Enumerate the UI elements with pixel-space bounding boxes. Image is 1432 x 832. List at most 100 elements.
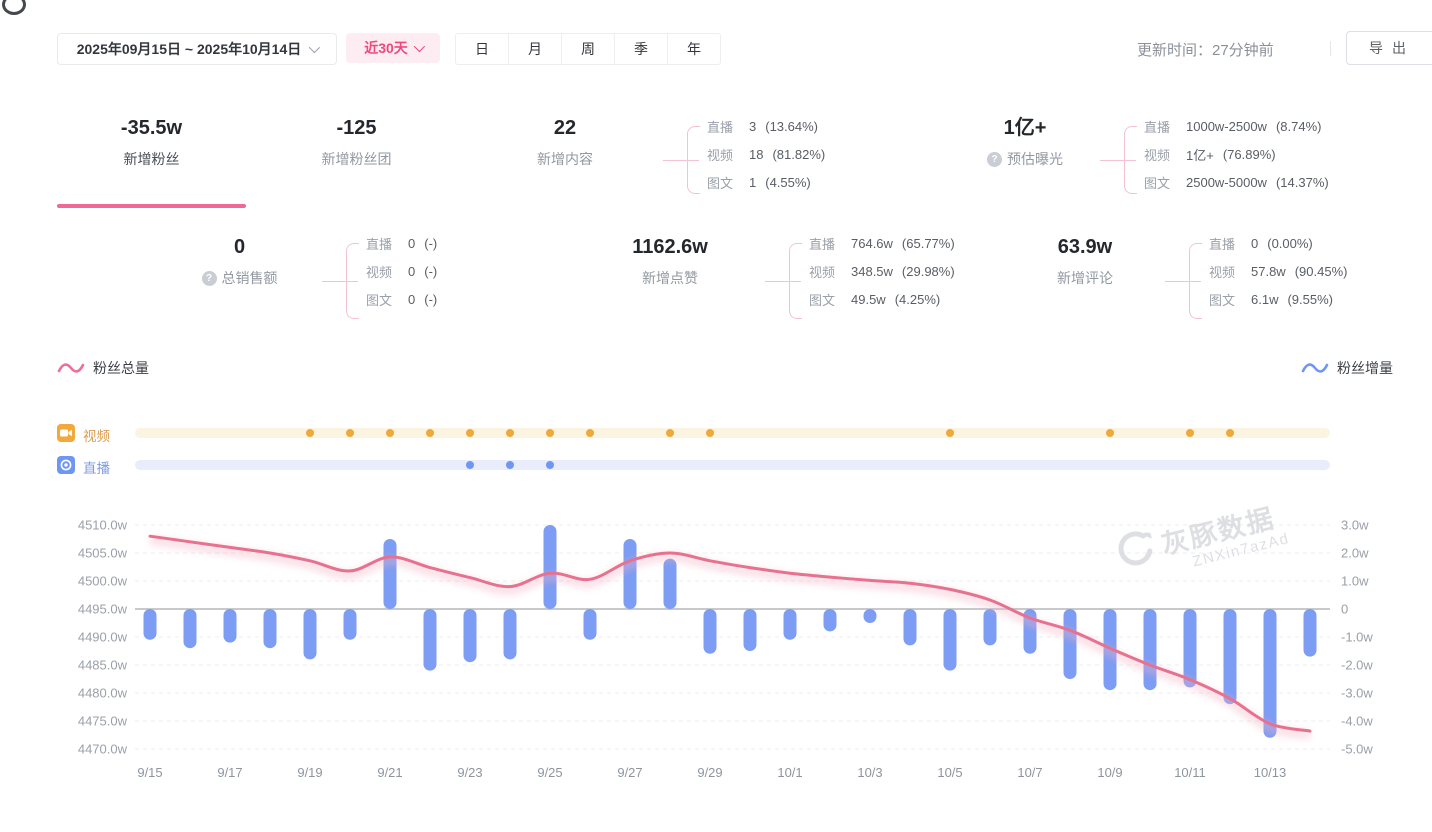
svg-text:9/29: 9/29 [697, 765, 722, 780]
svg-text:-4.0w: -4.0w [1341, 714, 1373, 729]
stat-value: 22 [554, 116, 576, 140]
svg-text:2.0w: 2.0w [1341, 546, 1369, 561]
tab-year[interactable]: 年 [667, 34, 720, 64]
video-timeline-row: 视频 [0, 424, 1432, 442]
svg-text:-2.0w: -2.0w [1341, 658, 1373, 673]
stat-card-new-fans[interactable]: -35.5w 新增粉丝 [57, 100, 246, 208]
date-range-text: 2025年09月15日 ~ 2025年10月14日 [77, 39, 302, 59]
stat-label: 新增内容 [537, 149, 593, 169]
stat-card-new-content[interactable]: 22 新增内容 直播 3 (13.64%) 视频 18 (81.82%) 图文 … [467, 100, 904, 208]
breakdown-row: 图文 2500w-5000w (14.37%) [1144, 168, 1329, 196]
stat-card-total-sales[interactable]: 0 ? 总销售额 直播 0 (-) 视频 0 (-) 图文 0 (-) [57, 225, 457, 333]
breakdown-row: 图文 6.1w (9.55%) [1209, 285, 1347, 313]
svg-text:10/5: 10/5 [937, 765, 962, 780]
wave-icon [1301, 361, 1329, 375]
svg-text:-5.0w: -5.0w [1341, 742, 1373, 757]
toolbar: 2025年09月15日 ~ 2025年10月14日 近30天 日 月 周 季 年… [0, 33, 1432, 65]
help-icon[interactable]: ? [202, 271, 217, 286]
stat-value: -35.5w [121, 116, 182, 140]
svg-text:10/7: 10/7 [1017, 765, 1042, 780]
live-icon [57, 456, 75, 474]
legend-fan-total[interactable]: 粉丝总量 [57, 358, 149, 378]
marker-dot [666, 429, 674, 437]
stat-card-new-fanclub[interactable]: -125 新增粉丝团 [262, 100, 451, 208]
help-icon[interactable]: ? [987, 152, 1002, 167]
breakdown-row: 直播 764.6w (65.77%) [809, 229, 955, 257]
stat-card-new-comments[interactable]: 63.9w 新增评论 直播 0 (0.00%) 视频 57.8w (90.45%… [1005, 225, 1432, 333]
fan-analytics-dashboard: 2025年09月15日 ~ 2025年10月14日 近30天 日 月 周 季 年… [0, 0, 1432, 832]
toolbar-divider [1330, 41, 1331, 56]
breakdown-row: 视频 18 (81.82%) [707, 140, 825, 168]
stat-value: 0 [234, 235, 245, 259]
date-range-picker[interactable]: 2025年09月15日 ~ 2025年10月14日 [57, 33, 337, 65]
marker-dot [306, 429, 314, 437]
tab-week[interactable]: 周 [561, 34, 614, 64]
live-row-label: 直播 [83, 457, 110, 477]
svg-text:-1.0w: -1.0w [1341, 630, 1373, 645]
svg-text:4500.0w: 4500.0w [78, 574, 128, 589]
marker-dot [546, 429, 554, 437]
stat-card-new-likes[interactable]: 1162.6w 新增点赞 直播 764.6w (65.77%) 视频 348.5… [555, 225, 995, 333]
svg-text:4480.0w: 4480.0w [78, 686, 128, 701]
breakdown-tree: 直播 764.6w (65.77%) 视频 348.5w (29.98%) 图文… [779, 229, 955, 333]
marker-dot [706, 429, 714, 437]
breakdown-row: 图文 49.5w (4.25%) [809, 285, 955, 313]
svg-text:10/13: 10/13 [1254, 765, 1287, 780]
svg-text:9/23: 9/23 [457, 765, 482, 780]
tab-day[interactable]: 日 [456, 34, 508, 64]
stat-label: ? 总销售额 [202, 268, 278, 288]
marker-dot [426, 429, 434, 437]
breakdown-row: 直播 0 (0.00%) [1209, 229, 1347, 257]
marker-dot [1226, 429, 1234, 437]
svg-text:10/11: 10/11 [1174, 765, 1206, 780]
breakdown-row: 直播 0 (-) [366, 229, 437, 257]
live-marker-track [135, 460, 1330, 470]
breakdown-row: 图文 0 (-) [366, 285, 437, 313]
period-tab-group: 日 月 周 季 年 [455, 33, 721, 65]
legend-fan-increment[interactable]: 粉丝增量 [1301, 358, 1393, 378]
active-tab-underline [57, 204, 246, 208]
wave-icon [57, 361, 85, 375]
svg-text:1.0w: 1.0w [1341, 574, 1369, 589]
svg-text:4505.0w: 4505.0w [78, 546, 128, 561]
breakdown-row: 视频 0 (-) [366, 257, 437, 285]
tab-month[interactable]: 月 [508, 34, 561, 64]
svg-text:9/21: 9/21 [377, 765, 402, 780]
svg-text:4510.0w: 4510.0w [78, 518, 128, 533]
marker-dot [586, 429, 594, 437]
svg-text:4485.0w: 4485.0w [78, 658, 128, 673]
svg-text:4490.0w: 4490.0w [78, 630, 128, 645]
live-timeline-row: 直播 [0, 456, 1432, 474]
chevron-down-icon [309, 42, 320, 53]
stat-card-estimated-exposure[interactable]: 1亿+ ? 预估曝光 直播 1000w-2500w (8.74%) 视频 1亿+… [950, 100, 1432, 208]
breakdown-tree: 直播 0 (0.00%) 视频 57.8w (90.45%) 图文 6.1w (… [1179, 229, 1347, 333]
svg-text:4475.0w: 4475.0w [78, 714, 128, 729]
marker-dot [346, 429, 354, 437]
tab-quarter[interactable]: 季 [614, 34, 667, 64]
stat-value: 1162.6w [632, 235, 708, 259]
marker-dot [946, 429, 954, 437]
quick-range-dropdown[interactable]: 近30天 [346, 33, 440, 63]
marker-dot [506, 429, 514, 437]
update-time-text: 更新时间：27分钟前 [1137, 39, 1274, 60]
breakdown-row: 视频 57.8w (90.45%) [1209, 257, 1347, 285]
svg-text:10/9: 10/9 [1097, 765, 1122, 780]
chevron-down-icon [414, 41, 425, 52]
svg-text:4470.0w: 4470.0w [78, 742, 128, 757]
svg-text:9/19: 9/19 [297, 765, 322, 780]
breakdown-row: 图文 1 (4.55%) [707, 168, 825, 196]
breakdown-row: 直播 3 (13.64%) [707, 112, 825, 140]
svg-text:0: 0 [1341, 602, 1348, 617]
stat-label: 新增点赞 [642, 268, 698, 288]
marker-dot [546, 461, 554, 469]
stat-value: -125 [336, 116, 376, 140]
svg-text:9/25: 9/25 [537, 765, 562, 780]
svg-text:10/3: 10/3 [857, 765, 882, 780]
cropped-corner-mark [2, 0, 26, 15]
marker-dot [1186, 429, 1194, 437]
export-button[interactable]: 导出 [1346, 31, 1432, 65]
marker-dot [386, 429, 394, 437]
svg-text:9/17: 9/17 [217, 765, 242, 780]
stat-value: 63.9w [1058, 235, 1112, 259]
svg-text:9/27: 9/27 [617, 765, 642, 780]
